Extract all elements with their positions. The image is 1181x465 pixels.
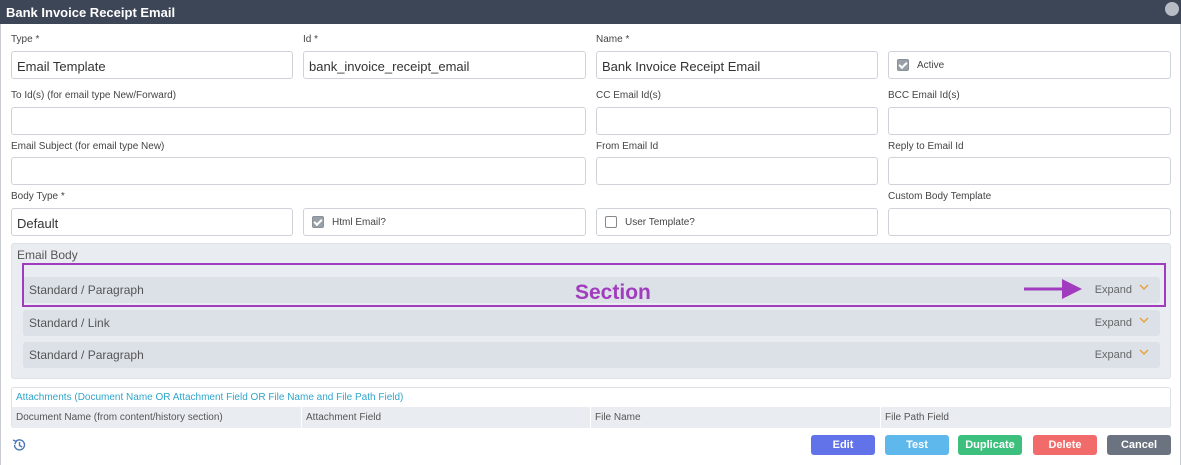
type-label: Type * [11, 34, 40, 45]
duplicate-button[interactable]: Duplicate [958, 435, 1022, 455]
chevron-down-icon[interactable] [1138, 314, 1150, 326]
subject-label: Email Subject (for email type New) [11, 141, 165, 152]
column-header: Attachment Field [306, 412, 382, 423]
section-row[interactable]: Standard / Paragraph Expand [23, 342, 1160, 368]
name-field[interactable]: Bank Invoice Receipt Email [596, 51, 878, 79]
edit-button[interactable]: Edit [811, 435, 875, 455]
annotation-arrow-icon [1024, 279, 1082, 299]
from-label: From Email Id [596, 141, 659, 152]
test-button[interactable]: Test [885, 435, 949, 455]
email-body-title: Email Body [17, 248, 78, 262]
to-ids-label: To Id(s) (for email type New/Forward) [11, 90, 177, 101]
cc-ids-field[interactable] [596, 107, 878, 135]
cc-ids-label: CC Email Id(s) [596, 90, 662, 101]
annotation-label: Section [575, 281, 651, 304]
bcc-ids-label: BCC Email Id(s) [888, 90, 960, 101]
html-email-checkbox[interactable] [312, 216, 324, 228]
attachments-table-header: Document Name (from content/history sect… [12, 407, 1170, 428]
id-label: Id * [303, 34, 319, 45]
reply-to-label: Reply to Email Id [888, 141, 964, 152]
window-titlebar: Bank Invoice Receipt Email [0, 0, 1181, 24]
user-template-label: User Template? [625, 216, 695, 228]
column-header: Document Name (from content/history sect… [16, 412, 223, 423]
bcc-ids-field[interactable] [888, 107, 1171, 135]
column-divider [301, 407, 302, 428]
section-row[interactable]: Standard / Link Expand [23, 310, 1160, 336]
active-label: Active [917, 59, 945, 71]
window-title: Bank Invoice Receipt Email [6, 5, 176, 20]
attachments-panel: Attachments (Document Name OR Attachment… [11, 387, 1171, 428]
active-checkbox-field[interactable]: Active [888, 51, 1171, 79]
custom-body-template-field[interactable] [888, 208, 1171, 236]
active-checkbox[interactable] [897, 59, 909, 71]
custom-body-template-label: Custom Body Template [888, 191, 992, 202]
delete-button[interactable]: Delete [1033, 435, 1097, 455]
column-divider [590, 407, 591, 428]
id-field[interactable]: bank_invoice_receipt_email [303, 51, 586, 79]
section-label: Standard / Paragraph [29, 348, 144, 362]
cancel-button[interactable]: Cancel [1107, 435, 1171, 455]
subject-field[interactable] [11, 157, 586, 185]
section-label: Standard / Link [29, 316, 110, 330]
window-border-left [0, 24, 1, 465]
window-control-icon[interactable] [1165, 2, 1179, 16]
column-divider [880, 407, 881, 428]
chevron-down-icon[interactable] [1138, 346, 1150, 358]
column-header: File Path Field [885, 412, 949, 423]
body-type-label: Body Type * [11, 191, 65, 202]
history-icon[interactable] [11, 437, 27, 453]
type-field[interactable]: Email Template [11, 51, 293, 79]
to-ids-field[interactable] [11, 107, 586, 135]
expand-label[interactable]: Expand [1095, 317, 1132, 329]
column-header: File Name [595, 412, 641, 423]
html-email-checkbox-field[interactable]: Html Email? [303, 208, 586, 236]
expand-label[interactable]: Expand [1095, 349, 1132, 361]
name-label: Name * [596, 34, 630, 45]
user-template-checkbox[interactable] [605, 216, 617, 228]
attachments-title: Attachments (Document Name OR Attachment… [16, 392, 404, 403]
html-email-label: Html Email? [332, 216, 386, 228]
reply-to-field[interactable] [888, 157, 1171, 185]
body-type-field[interactable]: Default [11, 208, 293, 236]
from-field[interactable] [596, 157, 878, 185]
user-template-checkbox-field[interactable]: User Template? [596, 208, 878, 236]
